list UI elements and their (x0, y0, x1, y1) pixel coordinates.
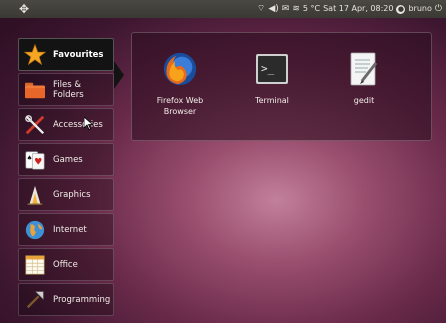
wifi-icon[interactable]: ⌔ (257, 0, 265, 18)
temperature-label[interactable]: 5 °C (303, 0, 320, 18)
trowel-icon (23, 288, 47, 312)
top-panel: ✥ ⌔ ◀) ✉ ≋ 5 °C Sat 17 Apr, 08:20 ● brun… (0, 0, 446, 18)
user-label[interactable]: bruno (408, 0, 431, 18)
cards-icon: ♥ ♠ (23, 148, 47, 172)
volume-icon[interactable]: ◀) (268, 0, 278, 18)
category-label: Favourites (53, 49, 104, 60)
app-label: gedit (353, 96, 375, 105)
user-icon[interactable]: ● (396, 4, 406, 14)
active-indicator-arrow (114, 61, 124, 89)
firefox-icon (160, 49, 200, 89)
category-office[interactable]: Office (18, 248, 114, 281)
office-icon (23, 253, 47, 277)
app-label: Terminal (255, 96, 289, 105)
ubuntu-menu-icon[interactable]: ✥ (16, 1, 32, 17)
globe-icon (23, 218, 47, 242)
svg-text:>_: >_ (261, 62, 275, 75)
desktop: ✥ ⌔ ◀) ✉ ≋ 5 °C Sat 17 Apr, 08:20 ● brun… (0, 0, 446, 323)
app-terminal[interactable]: >_ Terminal (224, 33, 320, 133)
category-graphics[interactable]: Graphics (18, 178, 114, 211)
svg-text:♠: ♠ (27, 154, 33, 162)
terminal-icon: >_ (252, 49, 292, 89)
app-firefox[interactable]: Firefox Web Browser (132, 33, 228, 133)
category-label: Internet (53, 224, 87, 235)
folder-icon (23, 78, 47, 102)
mouse-pointer-icon (83, 115, 94, 134)
graphics-icon (23, 183, 47, 207)
svg-text:♥: ♥ (34, 156, 42, 167)
category-label: Files & Folders (53, 79, 84, 100)
favourites-app-grid: Firefox Web Browser >_ Terminal gedit (131, 32, 432, 141)
category-internet[interactable]: Internet (18, 213, 114, 246)
category-label: Office (53, 259, 78, 270)
category-label: Programming (53, 294, 111, 305)
category-label: Accessories (53, 119, 103, 130)
power-icon[interactable]: ⏻ (435, 0, 442, 18)
category-programming[interactable]: Programming (18, 283, 114, 316)
category-sidebar: Favourites Files & Folders Accessories ♥… (0, 22, 124, 323)
weather-icon[interactable]: ≋ (292, 0, 300, 18)
app-label: Firefox Web Browser (156, 96, 204, 116)
category-accessories[interactable]: Accessories (18, 108, 114, 141)
category-games[interactable]: ♥ ♠ Games (18, 143, 114, 176)
clock-label[interactable]: Sat 17 Apr, 08:20 (323, 0, 393, 18)
mail-icon[interactable]: ✉ (282, 0, 290, 18)
category-files-folders[interactable]: Files & Folders (18, 73, 114, 106)
star-icon (23, 43, 47, 67)
indicator-area: ⌔ ◀) ✉ ≋ 5 °C Sat 17 Apr, 08:20 ● bruno … (257, 0, 442, 18)
gedit-icon (344, 49, 384, 89)
app-gedit[interactable]: gedit (316, 33, 412, 133)
category-favourites[interactable]: Favourites (18, 38, 114, 71)
accessories-icon (23, 113, 47, 137)
category-label: Games (53, 154, 83, 165)
category-label: Graphics (53, 189, 91, 200)
